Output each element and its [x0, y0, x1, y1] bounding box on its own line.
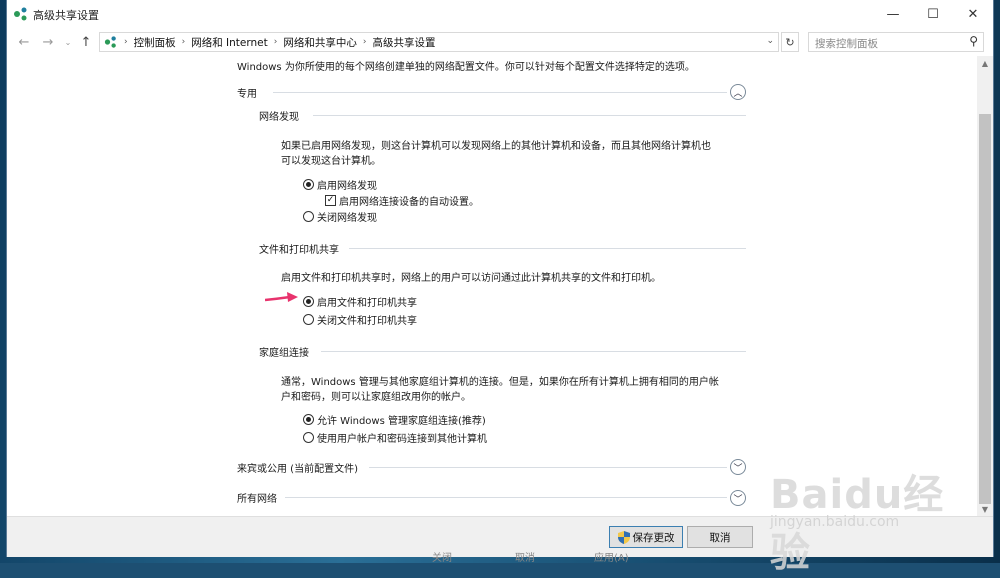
cancel-button[interactable]: 取消	[687, 526, 753, 548]
network-discovery-on-label[interactable]: 启用网络发现	[317, 177, 377, 192]
homegroup-desc: 户和密码，则可以让家庭组改用你的帐户。	[281, 392, 471, 403]
breadcrumb-control-panel[interactable]: 控制面板	[134, 35, 176, 50]
breadcrumb-separator-icon[interactable]: ›	[124, 37, 128, 47]
homegroup-use-account-label[interactable]: 使用用户帐户和密码连接到其他计算机	[317, 430, 487, 445]
divider	[285, 497, 727, 498]
network-discovery-heading: 网络发现	[259, 112, 299, 123]
window-title: 高级共享设置	[33, 9, 99, 22]
homegroup-use-account-radio[interactable]	[303, 432, 314, 443]
auto-setup-label[interactable]: 启用网络连接设备的自动设置。	[339, 193, 479, 208]
scroll-down-icon[interactable]: ▼	[977, 502, 993, 516]
vertical-scrollbar[interactable]: ▲ ▼	[977, 56, 993, 516]
divider	[273, 92, 727, 93]
refresh-icon[interactable]: ↻	[781, 32, 799, 52]
pointer-arrow-icon	[265, 292, 298, 302]
network-discovery-desc: 可以发现这台计算机。	[281, 156, 381, 167]
search-input[interactable]: 搜索控制面板 ⚲	[808, 32, 984, 52]
address-dropdown-icon[interactable]: ⌄	[766, 36, 774, 46]
file-printer-desc: 启用文件和打印机共享时，网络上的用户可以访问通过此计算机共享的文件和打印机。	[281, 273, 661, 284]
expand-chevron-down-icon[interactable]: ﹀	[730, 490, 746, 506]
minimize-button[interactable]: —	[873, 0, 913, 28]
ghost-close-button: 关闭	[432, 553, 452, 564]
address-toolbar: ← → ⌄ ↑ › 控制面板 › 网络和 Internet › 网络和共享中心 …	[7, 28, 993, 56]
profile-private-label[interactable]: 专用	[237, 85, 257, 100]
divider	[313, 115, 746, 116]
search-placeholder: 搜索控制面板	[815, 38, 878, 50]
title-bar: 高级共享设置 — ☐ ✕	[7, 0, 993, 28]
homegroup-allow-label[interactable]: 允许 Windows 管理家庭组连接(推荐)	[317, 412, 486, 427]
network-discovery-desc: 如果已启用网络发现，则这台计算机可以发现网络上的其他计算机和设备，而且其他网络计…	[281, 141, 711, 152]
file-printer-off-radio[interactable]	[303, 314, 314, 325]
breadcrumb-network-sharing-center[interactable]: 网络和共享中心	[283, 35, 357, 50]
breadcrumb-separator-icon[interactable]: ›	[274, 37, 278, 47]
back-arrow-icon[interactable]: ←	[15, 34, 33, 50]
maximize-button[interactable]: ☐	[913, 0, 953, 28]
save-changes-button[interactable]: 保存更改	[609, 526, 683, 548]
network-icon	[14, 7, 27, 21]
scroll-up-icon[interactable]: ▲	[977, 56, 993, 70]
homegroup-allow-radio[interactable]	[303, 414, 314, 425]
divider	[349, 248, 746, 249]
search-icon[interactable]: ⚲	[969, 34, 978, 48]
profile-guest-label[interactable]: 来宾或公用 (当前配置文件)	[237, 460, 358, 475]
recent-locations-chevron-icon[interactable]: ⌄	[59, 34, 77, 50]
ghost-apply-button: 应用(A)	[594, 553, 629, 564]
file-printer-heading: 文件和打印机共享	[259, 245, 339, 256]
network-discovery-off-label[interactable]: 关闭网络发现	[317, 209, 377, 224]
close-button[interactable]: ✕	[953, 0, 993, 28]
breadcrumb-network-internet[interactable]: 网络和 Internet	[191, 35, 268, 50]
scrollbar-thumb[interactable]	[979, 114, 991, 504]
homegroup-heading: 家庭组连接	[259, 348, 309, 359]
divider	[321, 351, 746, 352]
auto-setup-checkbox[interactable]: ✓	[325, 195, 336, 206]
network-icon	[104, 36, 116, 48]
breadcrumb-advanced-sharing[interactable]: 高级共享设置	[372, 35, 435, 50]
up-arrow-icon[interactable]: ↑	[77, 34, 95, 50]
watermark-url: jingyan.baidu.com	[770, 514, 900, 530]
file-printer-on-radio[interactable]	[303, 296, 314, 307]
homegroup-desc: 通常，Windows 管理与其他家庭组计算机的连接。但是，如果你在所有计算机上拥…	[281, 377, 719, 388]
network-discovery-on-radio[interactable]	[303, 179, 314, 190]
save-changes-label: 保存更改	[632, 531, 675, 544]
breadcrumb-separator-icon[interactable]: ›	[363, 37, 367, 47]
ghost-cancel-button: 取消	[515, 553, 535, 564]
address-bar[interactable]: › 控制面板 › 网络和 Internet › 网络和共享中心 › 高级共享设置…	[99, 32, 779, 52]
expand-chevron-down-icon[interactable]: ﹀	[730, 459, 746, 475]
settings-content: Windows 为你所使用的每个网络创建单独的网络配置文件。你可以针对每个配置文…	[7, 56, 977, 516]
breadcrumb-separator-icon[interactable]: ›	[182, 37, 186, 47]
baidu-watermark: Baidu经验 jingyan.baidu.com	[770, 462, 970, 576]
forward-arrow-icon[interactable]: →	[39, 34, 57, 50]
file-printer-off-label[interactable]: 关闭文件和打印机共享	[317, 312, 417, 327]
collapse-chevron-up-icon[interactable]: ︿	[730, 84, 746, 100]
intro-text: Windows 为你所使用的每个网络创建单独的网络配置文件。你可以针对每个配置文…	[237, 62, 695, 73]
uac-shield-icon	[617, 530, 630, 544]
divider	[369, 467, 727, 468]
profile-all-label[interactable]: 所有网络	[237, 490, 277, 505]
network-discovery-off-radio[interactable]	[303, 211, 314, 222]
file-printer-on-label[interactable]: 启用文件和打印机共享	[317, 294, 417, 309]
